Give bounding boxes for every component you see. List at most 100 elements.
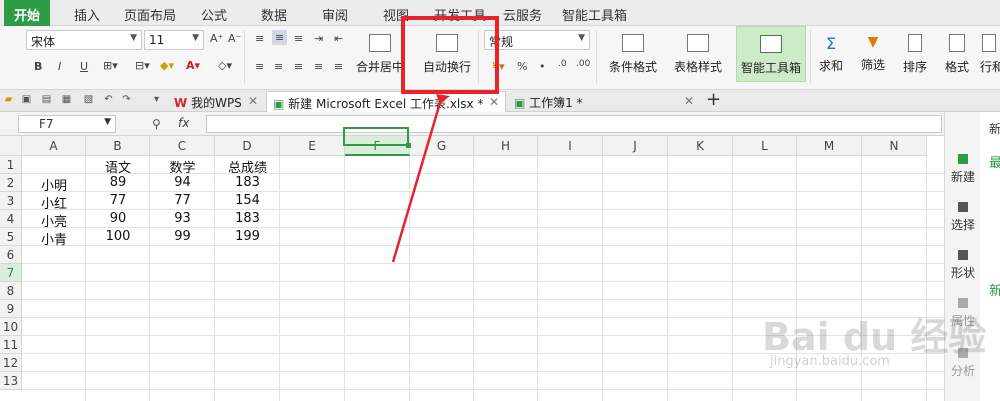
align-middle-icon[interactable]: ≡: [272, 30, 288, 45]
format-button[interactable]: 格式: [940, 34, 974, 75]
smart-toolbox-button[interactable]: 智能工具箱: [736, 26, 806, 82]
filter-button[interactable]: ▼ 筛选: [856, 34, 890, 73]
column-header-n[interactable]: N: [862, 136, 927, 156]
clear-format-icon[interactable]: ◇▾: [218, 59, 232, 72]
quick-access-dropdown-icon[interactable]: ▾: [150, 94, 163, 107]
cell-b3[interactable]: 77: [86, 192, 150, 210]
row-header-4[interactable]: 4: [0, 210, 22, 228]
column-header-g[interactable]: G: [410, 136, 474, 156]
sum-button[interactable]: Σ 求和: [814, 34, 848, 74]
close-icon[interactable]: ✕: [489, 95, 499, 109]
open-folder-icon[interactable]: ▰: [2, 94, 15, 107]
cell-a3[interactable]: 小红: [22, 192, 86, 212]
row-header-5[interactable]: 5: [0, 228, 22, 246]
tab-review[interactable]: 审阅: [322, 5, 348, 24]
redo-icon[interactable]: ↷: [120, 94, 133, 107]
cell-b5[interactable]: 100: [86, 228, 150, 246]
cell-b4[interactable]: 90: [86, 210, 150, 228]
font-size-select[interactable]: 11 ▼: [144, 30, 204, 50]
tab-home[interactable]: 开始: [4, 0, 51, 26]
align-right-icon[interactable]: ≡: [294, 60, 303, 73]
underline-button[interactable]: U: [80, 60, 88, 73]
tab-my-wps[interactable]: W 我的WPS ✕: [168, 91, 264, 112]
align-top-icon[interactable]: ≡: [255, 32, 264, 45]
column-header-i[interactable]: I: [538, 136, 603, 156]
formula-input[interactable]: [206, 115, 942, 133]
close-icon[interactable]: ✕: [248, 94, 258, 108]
column-header-b[interactable]: B: [86, 136, 150, 156]
font-name-select[interactable]: 宋体 ▼: [26, 30, 142, 50]
italic-button[interactable]: I: [58, 60, 61, 73]
export-icon[interactable]: ▧: [82, 94, 95, 107]
cell-c5[interactable]: 99: [150, 228, 215, 246]
cell-color-icon[interactable]: ⊟▾: [135, 59, 150, 72]
bold-button[interactable]: B: [34, 60, 42, 73]
zoom-icon[interactable]: ⚲: [152, 117, 161, 131]
border-icon[interactable]: ⊞▾: [103, 59, 118, 72]
cell-c1[interactable]: 数学: [150, 156, 215, 176]
align-bottom-icon[interactable]: ≡: [294, 32, 303, 45]
close-icon[interactable]: ✕: [684, 94, 694, 108]
column-header-l[interactable]: L: [733, 136, 797, 156]
cell-d4[interactable]: 183: [215, 210, 280, 228]
column-header-d[interactable]: D: [215, 136, 280, 156]
print-preview-icon[interactable]: ▤: [40, 94, 53, 107]
undo-icon[interactable]: ↶: [102, 94, 115, 107]
cell-b2[interactable]: 89: [86, 174, 150, 192]
column-header-k[interactable]: K: [668, 136, 733, 156]
fx-button[interactable]: fx: [178, 116, 189, 130]
tab-cloud[interactable]: 云服务: [503, 5, 542, 24]
column-header-e[interactable]: E: [280, 136, 345, 156]
cell-a4[interactable]: 小亮: [22, 210, 86, 230]
chevron-down-icon[interactable]: ▼: [104, 117, 111, 127]
selected-cell-f7[interactable]: [343, 127, 411, 148]
cell-d1[interactable]: 总成绩: [215, 156, 280, 176]
row-header-1[interactable]: 1: [0, 156, 22, 174]
column-header-m[interactable]: M: [797, 136, 862, 156]
row-header-3[interactable]: 3: [0, 192, 22, 210]
save-icon[interactable]: ▣: [20, 94, 33, 107]
name-box[interactable]: F7 ▼: [18, 115, 116, 133]
row-header-11[interactable]: 11: [0, 336, 22, 354]
increase-font-icon[interactable]: A⁺: [210, 32, 223, 45]
pane-item-shape[interactable]: 形状: [945, 250, 981, 281]
align-left-icon[interactable]: ≡: [255, 60, 264, 73]
tab-page-layout[interactable]: 页面布局: [124, 5, 176, 24]
tab-data[interactable]: 数据: [261, 5, 287, 24]
fill-color-icon[interactable]: ◆▾: [160, 59, 174, 72]
select-all-corner[interactable]: [0, 136, 22, 156]
cell-c4[interactable]: 93: [150, 210, 215, 228]
new-tab-button[interactable]: +: [706, 89, 721, 110]
distribute-icon[interactable]: ≡: [334, 60, 343, 73]
fill-handle[interactable]: [406, 143, 411, 148]
row-header-12[interactable]: 12: [0, 354, 22, 372]
cell-a2[interactable]: 小明: [22, 174, 86, 194]
decrease-decimal-icon[interactable]: .00: [576, 59, 590, 69]
decrease-font-icon[interactable]: A⁻: [228, 32, 241, 45]
number-format-select[interactable]: 常规 ▼: [484, 30, 590, 50]
row-header-10[interactable]: 10: [0, 318, 22, 336]
cell-d5[interactable]: 199: [215, 228, 280, 246]
row-header-13[interactable]: 13: [0, 372, 22, 390]
justify-icon[interactable]: ≡: [314, 60, 323, 73]
tab-insert[interactable]: 插入: [74, 5, 100, 24]
tab-smart-toolbox[interactable]: 智能工具箱: [562, 5, 627, 24]
merge-center-button[interactable]: 合并居中: [356, 34, 404, 75]
cell-b1[interactable]: 语文: [86, 156, 150, 176]
cell-d2[interactable]: 183: [215, 174, 280, 192]
outdent-icon[interactable]: ⇤: [334, 32, 343, 45]
cell-c3[interactable]: 77: [150, 192, 215, 210]
tab-workbook1[interactable]: ▣ 工作簿1 * ✕: [508, 91, 700, 112]
column-header-h[interactable]: H: [474, 136, 538, 156]
conditional-format-button[interactable]: 条件格式: [602, 34, 664, 75]
row-header-9[interactable]: 9: [0, 300, 22, 318]
increase-decimal-icon[interactable]: .0: [558, 59, 567, 69]
pane-item-new[interactable]: 新建: [945, 154, 981, 185]
rows-cols-button[interactable]: 行和: [980, 34, 1000, 75]
cell-a5[interactable]: 小青: [22, 228, 86, 248]
indent-icon[interactable]: ⇥: [314, 32, 323, 45]
font-color-icon[interactable]: A▾: [186, 59, 200, 72]
tab-excel-file[interactable]: ▣ 新建 Microsoft Excel 工作表.xlsx * ✕: [266, 91, 506, 112]
cell-d3[interactable]: 154: [215, 192, 280, 210]
row-header-7[interactable]: 7: [0, 264, 22, 282]
